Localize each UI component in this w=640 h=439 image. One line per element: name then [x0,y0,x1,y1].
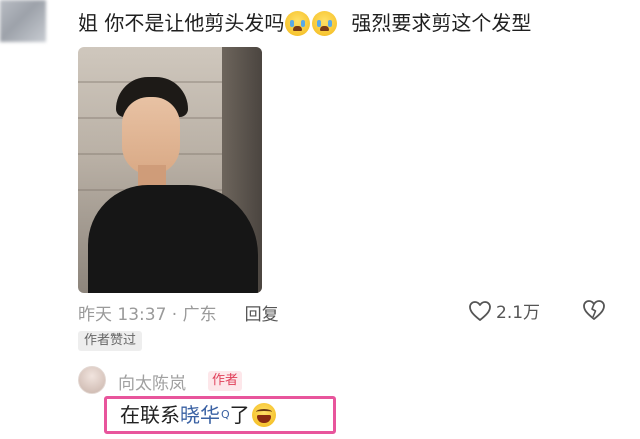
heart-icon [469,300,491,321]
laughing-face-icon [251,403,276,427]
reply-text-before: 在联系 [120,403,180,427]
reply-avatar[interactable] [78,366,106,394]
reply-text-after: 了 [229,403,250,427]
reply-text: 在联系 晓华 Q 了 [120,400,276,430]
comment-time-location: 昨天 13:37 · 广东 [78,304,217,325]
like-count: 2.1万 [496,303,541,323]
commenter-avatar[interactable] [0,0,46,42]
crying-face-icon [285,10,311,36]
comment-text-part2: 强烈要求剪这个发型 [351,11,532,35]
author-liked-badge: 作者赞过 [78,331,143,351]
comment-photo[interactable] [78,47,262,293]
search-link[interactable]: 晓华 [180,400,220,430]
crying-face-icon [312,10,338,36]
comment-text: 姐 你不是让他剪头发吗 强烈要求剪这个发型 [78,8,531,38]
broken-heart-icon[interactable] [582,299,606,321]
author-badge: 作者 [208,371,243,391]
like-button[interactable]: 2.1万 [468,298,540,323]
search-mark[interactable]: Q [221,400,230,430]
reply-user-name[interactable]: 向太陈岚 [118,369,186,394]
comment-text-part1: 姐 你不是让他剪头发吗 [78,11,285,35]
reply-button[interactable]: 回复 [245,300,279,325]
comment-meta: 昨天 13:37 · 广东 回复 [78,299,279,325]
